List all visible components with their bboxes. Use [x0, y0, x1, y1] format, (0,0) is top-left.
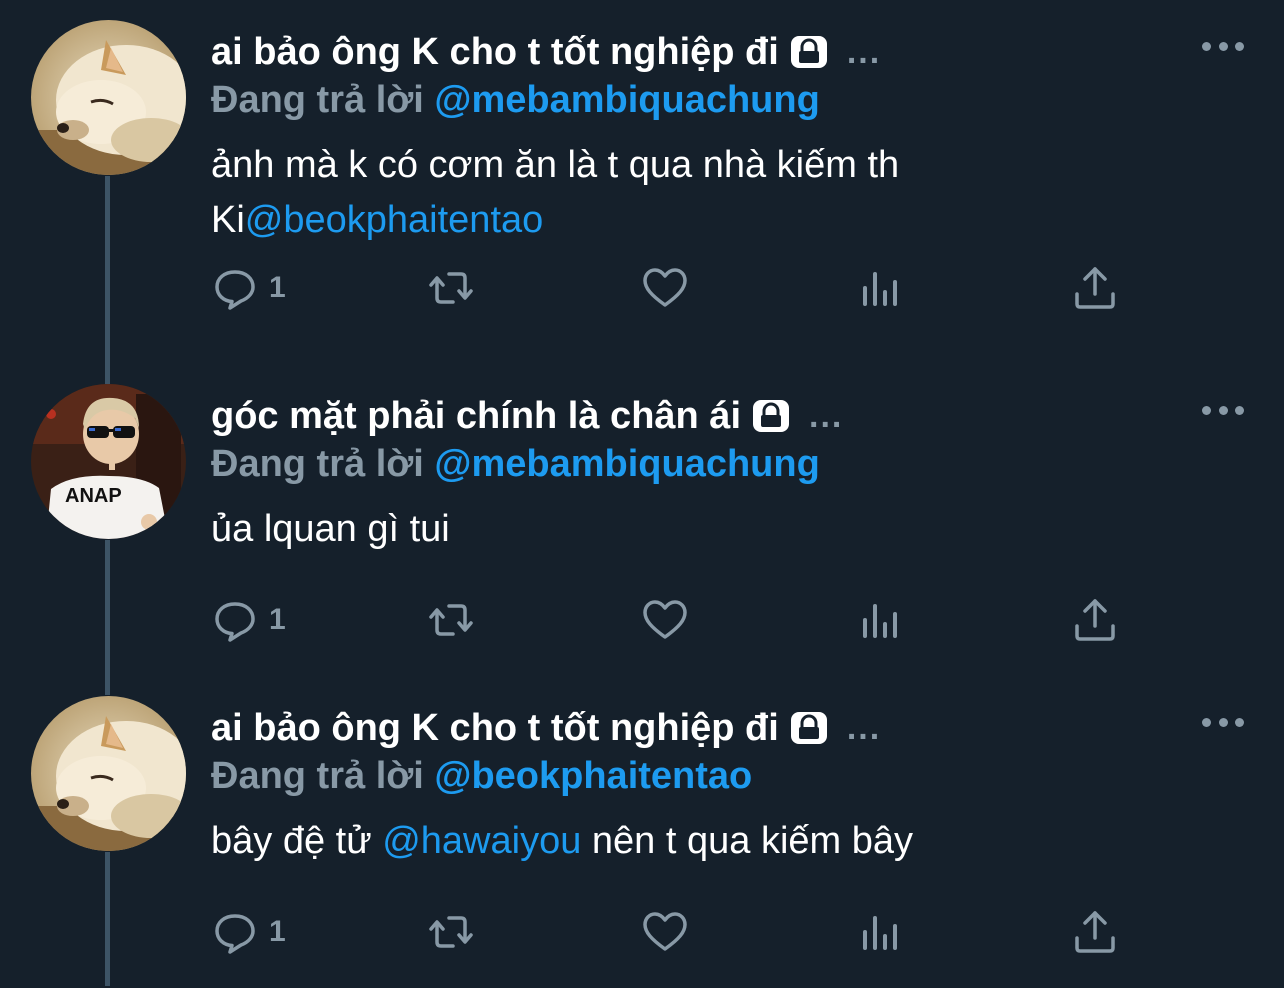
reply-prefix: Đang trả lời [211, 79, 435, 121]
lock-icon [751, 396, 791, 436]
tweet-text: bây đệ tử @hawaiyou nên t qua kiếm bây [211, 814, 913, 869]
display-name[interactable]: ai bảo ông K cho t tốt nghiệp đi [211, 28, 779, 76]
reply-count: 1 [269, 915, 286, 948]
retweet-button[interactable] [427, 904, 475, 960]
share-icon [1075, 267, 1115, 309]
retweet-icon [429, 604, 473, 636]
reply-button[interactable]: 1 [211, 904, 286, 960]
lock-icon [789, 708, 829, 748]
avatar[interactable]: ANAP [31, 384, 186, 539]
tweet-header: ai bảo ông K cho t tốt nghiệp đi ... [211, 704, 881, 752]
heart-icon [643, 268, 687, 307]
mention-link[interactable]: @hawaiyou [382, 820, 581, 862]
heart-icon [643, 600, 687, 639]
reply-prefix: Đang trả lời [211, 755, 435, 797]
reply-icon [215, 914, 255, 954]
retweet-icon [429, 272, 473, 304]
reply-count: 1 [269, 603, 286, 636]
tweet-header: ai bảo ông K cho t tốt nghiệp đi ... [211, 28, 881, 76]
tweet-actions: 1 [211, 260, 1131, 316]
more-icon[interactable] [1202, 402, 1244, 418]
tweet[interactable]: ANAP góc mặt phải chính là chân ái ... Đ… [0, 364, 1284, 676]
tweet-text-fragment: Ki [211, 199, 245, 241]
more-icon[interactable] [1202, 714, 1244, 730]
display-name[interactable]: ai bảo ông K cho t tốt nghiệp đi [211, 704, 779, 752]
like-button[interactable] [641, 904, 689, 960]
tweet-text-line: ảnh mà k có cơm ăn là t qua nhà kiếm th [211, 144, 900, 186]
reply-to-mention[interactable]: @mebambiquachung [434, 79, 819, 121]
analytics-icon [863, 604, 897, 638]
more-icon[interactable] [1202, 38, 1244, 54]
replying-to: Đang trả lời @mebambiquachung [211, 440, 820, 488]
tweet[interactable]: ai bảo ông K cho t tốt nghiệp đi ... Đan… [0, 676, 1284, 988]
display-name[interactable]: góc mặt phải chính là chân ái [211, 392, 741, 440]
share-button[interactable] [1071, 904, 1119, 960]
reply-button[interactable]: 1 [211, 260, 286, 316]
tweet-text-line: Ki@beokphaitentao [211, 193, 899, 248]
like-button[interactable] [641, 260, 689, 316]
heart-icon [643, 912, 687, 951]
avatar[interactable] [31, 20, 186, 175]
share-icon [1075, 599, 1115, 641]
analytics-icon [863, 272, 897, 306]
tweet[interactable]: ai bảo ông K cho t tốt nghiệp đi ... Đan… [0, 0, 1284, 312]
retweet-button[interactable] [427, 260, 475, 316]
mention-link[interactable]: @beokphaitentao [245, 199, 543, 241]
child-sunglasses-avatar: ANAP [31, 384, 186, 539]
tweet-header: góc mặt phải chính là chân ái ... [211, 392, 843, 440]
handle-ellipsis: ... [809, 397, 844, 435]
tweet-text-fragment: bây đệ tử [211, 820, 383, 862]
tweet-actions: 1 [211, 592, 1131, 648]
tweet-text-line: ủa lquan gì tui [211, 508, 450, 550]
handle-ellipsis: ... [846, 709, 882, 747]
analytics-button[interactable] [857, 592, 905, 648]
avatar[interactable] [31, 696, 186, 851]
dog-avatar [31, 696, 186, 851]
tweet-text-fragment: nên t qua kiếm bây [581, 820, 914, 862]
tweet-text-line: bây đệ tử @hawaiyou nên t qua kiếm bây [211, 814, 913, 869]
reply-icon [215, 270, 255, 310]
replying-to: Đang trả lời @mebambiquachung [211, 76, 820, 124]
share-button[interactable] [1071, 592, 1119, 648]
share-button[interactable] [1071, 260, 1119, 316]
tweet-text: ảnh mà k có cơm ăn là t qua nhà kiếm th … [211, 138, 899, 248]
tweet-actions: 1 [211, 904, 1131, 960]
reply-icon [215, 602, 255, 642]
dog-avatar [31, 20, 186, 175]
tweet-text: ủa lquan gì tui [211, 502, 450, 557]
reply-button[interactable]: 1 [211, 592, 286, 648]
svg-text:ANAP: ANAP [65, 485, 122, 507]
analytics-icon [863, 916, 897, 950]
replying-to: Đang trả lời @beokphaitentao [211, 752, 752, 800]
reply-to-mention[interactable]: @beokphaitentao [434, 755, 752, 797]
lock-icon [789, 32, 829, 72]
retweet-button[interactable] [427, 592, 475, 648]
reply-prefix: Đang trả lời [211, 443, 435, 485]
like-button[interactable] [641, 592, 689, 648]
handle-ellipsis: ... [846, 33, 882, 71]
reply-to-mention[interactable]: @mebambiquachung [434, 443, 819, 485]
analytics-button[interactable] [857, 904, 905, 960]
analytics-button[interactable] [857, 260, 905, 316]
share-icon [1075, 911, 1115, 953]
reply-count: 1 [269, 271, 286, 304]
retweet-icon [429, 916, 473, 948]
